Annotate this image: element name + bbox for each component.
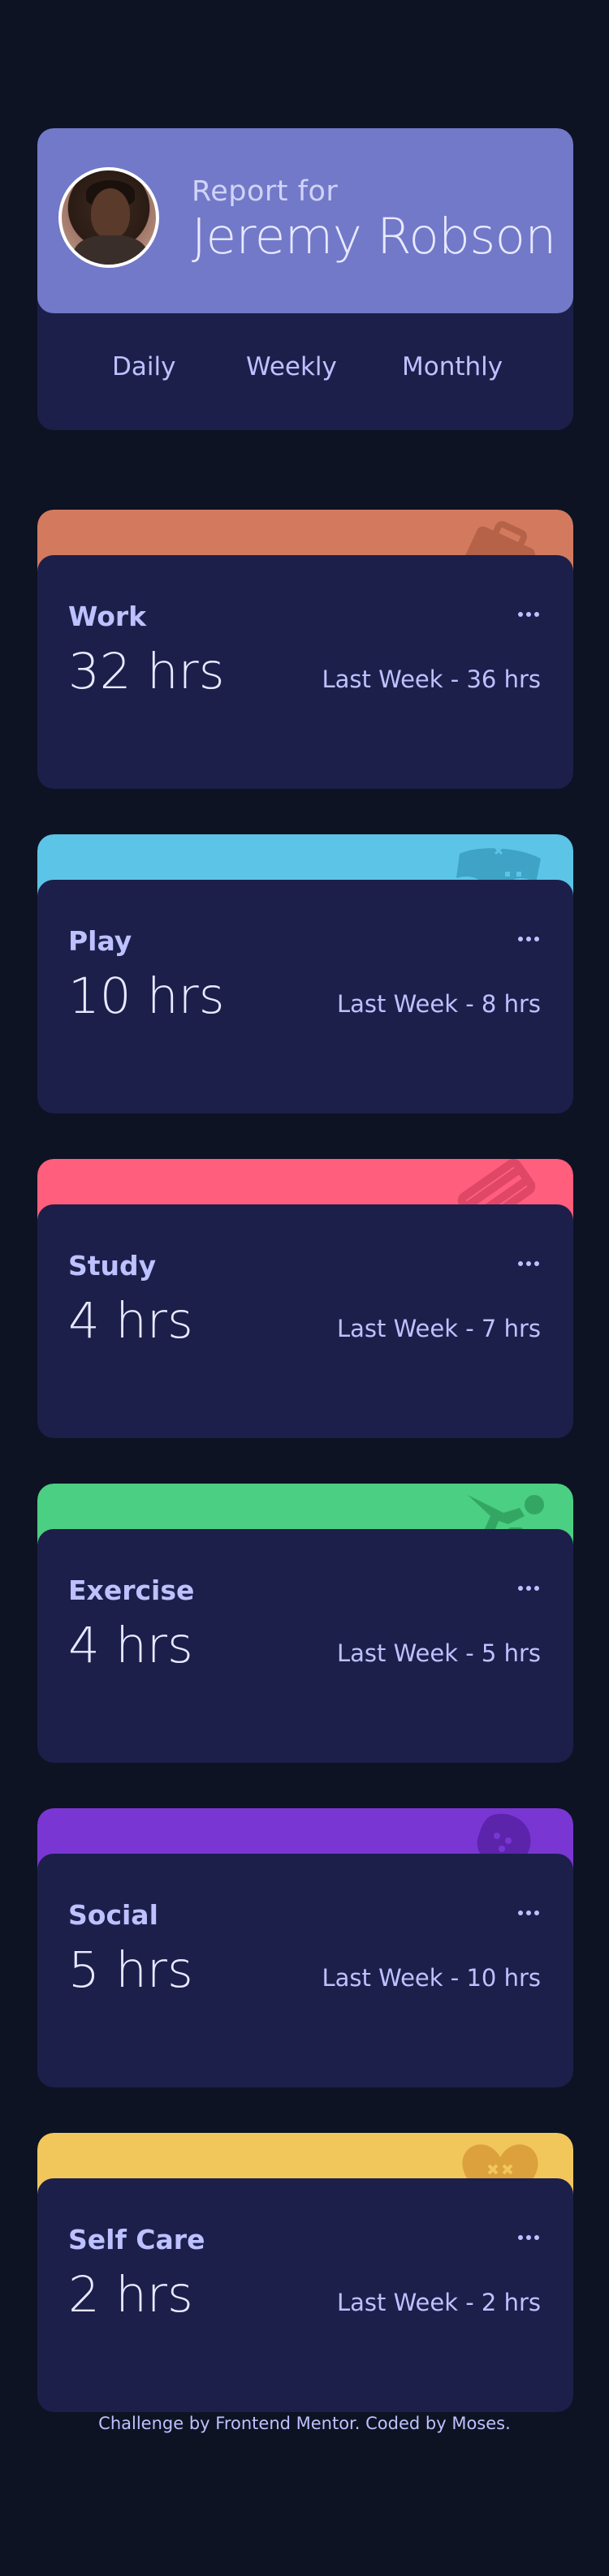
self-care-card-body: Self Care 2 hrs Last Week - 2 hrs bbox=[37, 2178, 573, 2412]
ellipsis-icon[interactable] bbox=[518, 935, 541, 943]
card-title: Work bbox=[68, 601, 147, 632]
footer-prefix: Challenge by bbox=[98, 2414, 216, 2433]
user-name: Jeremy Robson bbox=[192, 208, 556, 265]
current-hours: 5 hrs bbox=[68, 1941, 193, 1999]
work-card-body: Work 32 hrs Last Week - 36 hrs bbox=[37, 555, 573, 789]
exercise-card-body: Exercise 4 hrs Last Week - 5 hrs bbox=[37, 1529, 573, 1763]
card-title: Play bbox=[68, 925, 132, 957]
previous-hours: Last Week - 5 hrs bbox=[336, 1639, 541, 1667]
previous-hours: Last Week - 10 hrs bbox=[322, 1964, 541, 1992]
ellipsis-icon[interactable] bbox=[518, 610, 541, 618]
play-card: Play 10 hrs Last Week - 8 hrs bbox=[37, 834, 573, 1114]
work-card: Work 32 hrs Last Week - 36 hrs bbox=[37, 510, 573, 789]
footer-mid: . Coded by bbox=[354, 2414, 452, 2433]
study-card: Study 4 hrs Last Week - 7 hrs bbox=[37, 1159, 573, 1438]
footer-suffix: . bbox=[505, 2414, 511, 2433]
profile-card: Report for Jeremy Robson Daily Weekly Mo… bbox=[37, 128, 573, 430]
card-title: Study bbox=[68, 1250, 157, 1282]
exercise-card: Exercise 4 hrs Last Week - 5 hrs bbox=[37, 1484, 573, 1763]
current-hours: 10 hrs bbox=[68, 967, 225, 1025]
study-card-body: Study 4 hrs Last Week - 7 hrs bbox=[37, 1204, 573, 1438]
social-card-body: Social 5 hrs Last Week - 10 hrs bbox=[37, 1854, 573, 2087]
previous-hours: Last Week - 8 hrs bbox=[336, 990, 541, 1018]
tab-monthly[interactable]: Monthly bbox=[402, 352, 503, 381]
previous-hours: Last Week - 7 hrs bbox=[336, 1315, 541, 1342]
profile-header: Report for Jeremy Robson bbox=[37, 128, 573, 313]
social-card: Social 5 hrs Last Week - 10 hrs bbox=[37, 1808, 573, 2087]
report-for-label: Report for bbox=[192, 175, 339, 208]
ellipsis-icon[interactable] bbox=[518, 1584, 541, 1592]
card-title: Exercise bbox=[68, 1574, 195, 1606]
current-hours: 4 hrs bbox=[68, 1617, 193, 1674]
current-hours: 4 hrs bbox=[68, 1292, 193, 1350]
previous-hours: Last Week - 36 hrs bbox=[322, 666, 541, 693]
previous-hours: Last Week - 2 hrs bbox=[336, 2289, 541, 2316]
frontend-mentor-link[interactable]: Frontend Mentor bbox=[215, 2414, 355, 2433]
attribution-footer: Challenge by Frontend Mentor. Coded by M… bbox=[0, 2414, 609, 2433]
timeframe-tabs: Daily Weekly Monthly bbox=[37, 313, 573, 430]
tab-weekly[interactable]: Weekly bbox=[246, 352, 337, 381]
card-title: Self Care bbox=[68, 2224, 205, 2255]
current-hours: 32 hrs bbox=[68, 643, 225, 700]
tab-daily[interactable]: Daily bbox=[112, 352, 175, 381]
ellipsis-icon[interactable] bbox=[518, 1909, 541, 1917]
play-card-body: Play 10 hrs Last Week - 8 hrs bbox=[37, 880, 573, 1114]
author-link[interactable]: Moses bbox=[451, 2414, 505, 2433]
card-title: Social bbox=[68, 1899, 158, 1931]
time-tracking-dashboard: Report for Jeremy Robson Daily Weekly Mo… bbox=[0, 0, 609, 2576]
self-care-card: Self Care 2 hrs Last Week - 2 hrs bbox=[37, 2133, 573, 2412]
ellipsis-icon[interactable] bbox=[518, 1260, 541, 1268]
avatar bbox=[58, 167, 159, 268]
current-hours: 2 hrs bbox=[68, 2266, 193, 2324]
ellipsis-icon[interactable] bbox=[518, 2234, 541, 2242]
